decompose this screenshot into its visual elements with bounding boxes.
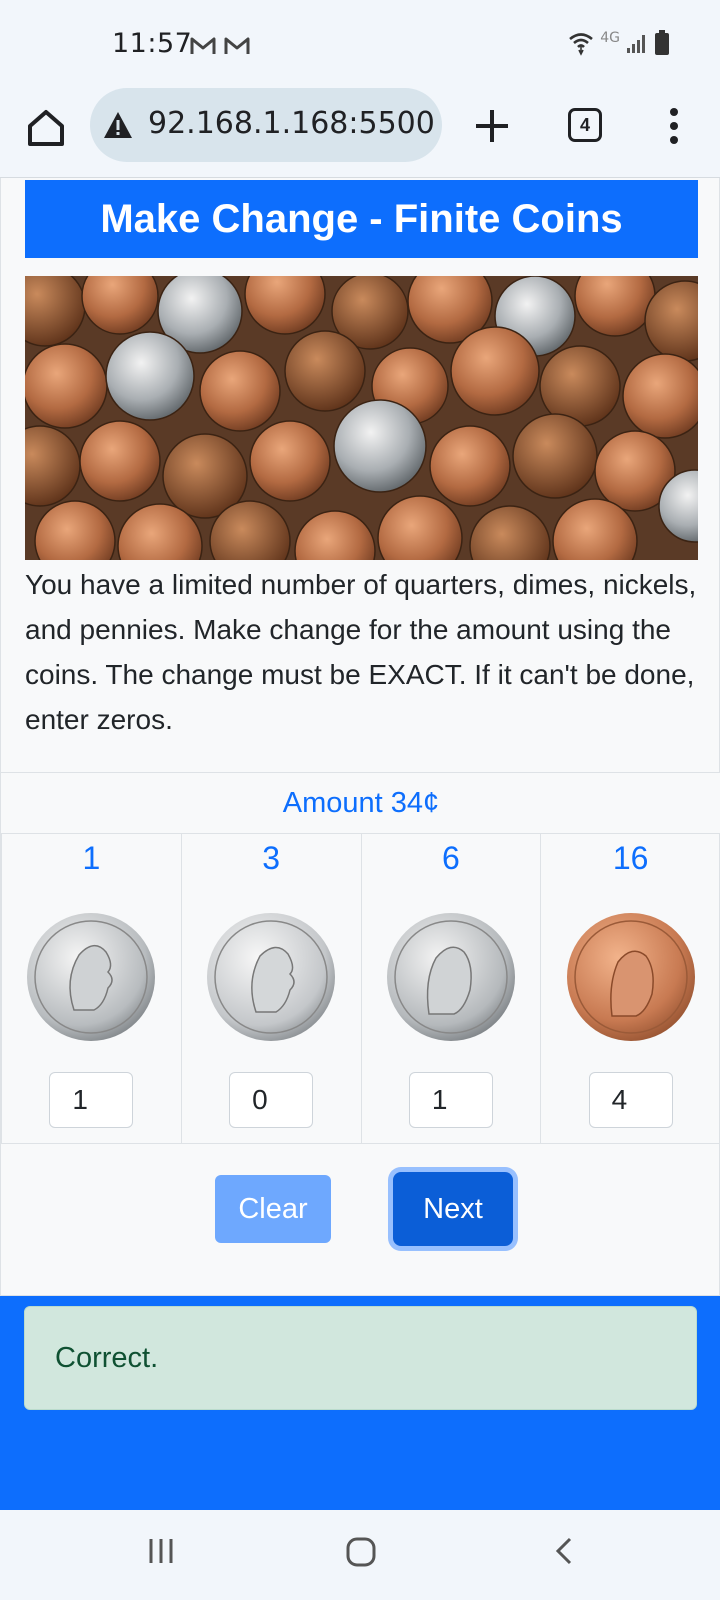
instructions-text: You have a limited number of quarters, d… (25, 569, 697, 735)
wifi-icon (569, 33, 594, 56)
page-title: Make Change - Finite Coins (25, 180, 698, 258)
nickel-input[interactable]: 1 (408, 1072, 493, 1128)
dime-coin-icon (207, 913, 336, 1041)
status-time: 11:57 (112, 28, 193, 59)
quarter-available-count: 1 (82, 840, 101, 876)
result-alert: Correct. (24, 1306, 697, 1410)
penny-available-count: 16 (612, 840, 649, 876)
button-row: Clear Next (1, 1144, 720, 1274)
back-icon[interactable] (552, 1536, 576, 1566)
clear-button[interactable]: Clear (215, 1175, 331, 1243)
dime-input[interactable]: 0 (229, 1072, 314, 1128)
quarter-input[interactable]: 1 (49, 1072, 134, 1128)
penny-input[interactable]: 4 (588, 1072, 673, 1128)
more-menu-icon[interactable] (660, 104, 688, 148)
tab-switcher-button[interactable]: 4 (568, 108, 602, 142)
network-type-label: 4G (600, 30, 620, 46)
amount-label: Amount 34¢ (1, 772, 720, 834)
next-button[interactable]: Next (393, 1172, 513, 1246)
gmail-icon (190, 37, 216, 54)
home-icon[interactable] (24, 106, 68, 150)
coin-pile-image (25, 276, 698, 560)
nickel-coin-icon (386, 913, 515, 1041)
url-text[interactable]: 92.168.1.168:5500 (148, 106, 435, 141)
quarter-column: 1 1 (1, 834, 182, 1143)
page-content: Make Change - Finite Coins You have a li… (0, 178, 720, 1510)
signal-icon (627, 35, 645, 53)
coins-grid: 1 1 3 0 6 1 16 4 (1, 834, 720, 1144)
new-tab-icon[interactable] (470, 104, 514, 148)
tab-count: 4 (579, 114, 590, 135)
game-card: Make Change - Finite Coins You have a li… (0, 178, 720, 1296)
dime-available-count: 3 (262, 840, 281, 876)
browser-toolbar: 92.168.1.168:5500 4 (0, 88, 720, 178)
nickel-available-count: 6 (441, 840, 460, 876)
home-nav-icon[interactable] (345, 1536, 377, 1568)
nickel-column: 6 1 (362, 834, 542, 1143)
recent-apps-icon[interactable] (146, 1536, 176, 1566)
gmail-icon (224, 37, 250, 54)
status-icons: 4G (568, 30, 670, 56)
battery-icon (655, 30, 669, 55)
system-nav-bar (0, 1510, 720, 1600)
dime-column: 3 0 (182, 834, 362, 1143)
penny-column: 16 4 (541, 834, 720, 1143)
warning-icon[interactable] (102, 110, 134, 140)
status-bar: 11:57 4G (0, 0, 720, 88)
penny-coin-icon (566, 913, 695, 1041)
address-bar[interactable]: 92.168.1.168:5500 (90, 88, 442, 162)
result-panel: Correct. (0, 1296, 720, 1510)
quarter-coin-icon (27, 913, 156, 1041)
